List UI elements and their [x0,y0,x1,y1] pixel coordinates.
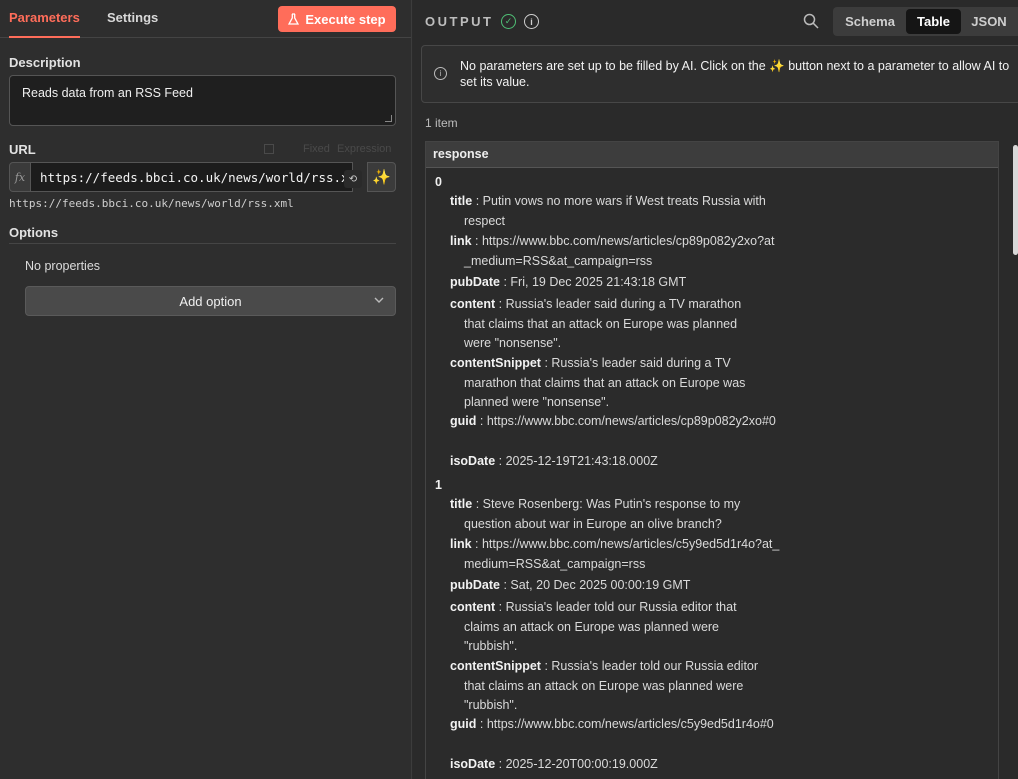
field-key: isoDate [450,757,496,771]
field-key: title [450,497,473,511]
info-icon[interactable]: i [524,14,539,29]
reset-icon[interactable]: ⟲ [344,170,362,188]
table-cell-field[interactable]: guid : https://www.bbc.com/news/articles… [450,715,776,735]
output-scrollbar-thumb[interactable] [1013,145,1018,255]
field-value: Fri, 19 Dec 2025 21:43:18 GMT [510,275,687,289]
field-value: 2025-12-20T00:00:19.000Z [505,757,658,771]
field-value: Putin vows no more wars if West treats R… [464,194,766,228]
search-icon[interactable] [803,13,819,29]
tab-parameters[interactable]: Parameters [9,0,80,38]
ai-notice-text: No parameters are set up to be filled by… [460,59,1010,89]
panel-tabs: Parameters Settings Execute step [0,0,411,38]
description-field[interactable]: Reads data from an RSS Feed [9,75,396,126]
output-scrollbar-track[interactable] [1001,150,1013,779]
field-key: pubDate [450,578,500,592]
sparkle-icon[interactable]: ✨ [367,162,396,192]
info-icon: i [434,67,447,80]
mode-fixed-toggle[interactable]: Fixed [303,143,330,155]
field-value: Russia's leader told our Russia editor t… [464,600,737,653]
url-resolved-hint: https://feeds.bbci.co.uk/news/world/rss.… [9,197,294,210]
field-key: guid [450,717,477,731]
ai-notice-callout: i No parameters are set up to be filled … [421,45,1018,103]
table-cell-field[interactable]: content : Russia's leader said during a … [450,295,760,354]
table-cell-field[interactable]: isoDate : 2025-12-19T21:43:18.000Z [450,452,770,472]
execute-step-label: Execute step [305,11,386,27]
fx-icon: fx [9,162,31,192]
mode-expression-toggle[interactable]: Expression [337,143,391,155]
field-value: https://www.bbc.com/news/articles/cp89p0… [464,234,775,268]
table-cell-field[interactable]: contentSnippet : Russia's leader told ou… [450,657,766,716]
item-count: 1 item [425,116,458,130]
output-table: response 0 title : Putin vows no more wa… [425,141,999,779]
url-field-row: fx https://feeds.bbci.co.uk/news/world/r… [9,162,396,192]
field-value: Sat, 20 Dec 2025 00:00:19 GMT [510,578,691,592]
chevron-down-icon [374,297,384,303]
field-key: link [450,234,472,248]
no-properties-text: No properties [25,259,101,273]
field-key: contentSnippet [450,659,541,673]
view-json-button[interactable]: JSON [964,9,1014,34]
view-table-button[interactable]: Table [906,9,961,34]
field-key: title [450,194,473,208]
table-cell-field[interactable]: link : https://www.bbc.com/news/articles… [450,232,780,271]
description-label: Description [9,55,81,70]
node-parameters-panel: Parameters Settings Execute step Descrip… [0,0,412,779]
output-panel: OUTPUT ✓ i Schema Table JSON i No parame… [413,0,1018,779]
table-cell-field[interactable]: isoDate : 2025-12-20T00:00:19.000Z [450,755,770,775]
options-label: Options [9,225,59,240]
field-value: https://www.bbc.com/news/articles/c5y9ed… [464,537,780,571]
field-value: https://www.bbc.com/news/articles/cp89p0… [486,414,776,428]
url-label: URL [9,142,36,157]
table-cell-field[interactable]: link : https://www.bbc.com/news/articles… [450,535,780,574]
field-value: https://www.bbc.com/news/articles/c5y9ed… [486,717,774,731]
table-cell-field[interactable]: content : Russia's leader told our Russi… [450,598,750,657]
field-value: 2025-12-19T21:43:18.000Z [505,454,658,468]
field-value: Steve Rosenberg: Was Putin's response to… [464,497,741,531]
flask-icon [288,13,300,25]
drag-handle-icon [264,144,274,154]
table-cell-field[interactable]: title : Steve Rosenberg: Was Putin's res… [450,495,760,534]
options-divider [9,243,396,244]
table-cell-field[interactable]: guid : https://www.bbc.com/news/articles… [450,412,780,432]
field-key: guid [450,414,477,428]
record-index: 1 [435,478,442,492]
description-value: Reads data from an RSS Feed [22,86,193,100]
view-mode-switch: Schema Table JSON [833,7,1018,36]
table-cell-field[interactable]: contentSnippet : Russia's leader said du… [450,354,766,413]
record-index: 0 [435,175,442,189]
add-option-button[interactable]: Add option [25,286,396,316]
output-title: OUTPUT [425,14,494,29]
table-column-header[interactable]: response [426,142,998,168]
url-input[interactable]: https://feeds.bbci.co.uk/news/world/rss.… [31,162,353,192]
field-value: Russia's leader said during a TV maratho… [464,297,742,350]
add-option-label: Add option [179,293,242,309]
tab-settings[interactable]: Settings [107,0,158,38]
view-schema-button[interactable]: Schema [837,9,903,34]
table-cell-field[interactable]: pubDate : Fri, 19 Dec 2025 21:43:18 GMT [450,273,770,293]
field-key: content [450,600,496,614]
table-cell-field[interactable]: pubDate : Sat, 20 Dec 2025 00:00:19 GMT [450,576,770,596]
execute-step-button[interactable]: Execute step [278,6,396,32]
check-circle-icon: ✓ [501,14,516,29]
field-key: link [450,537,472,551]
field-key: contentSnippet [450,356,541,370]
field-key: content [450,297,496,311]
field-key: pubDate [450,275,500,289]
table-cell-field[interactable]: title : Putin vows no more wars if West … [450,192,770,231]
field-key: isoDate [450,454,496,468]
resize-handle[interactable] [385,115,392,122]
